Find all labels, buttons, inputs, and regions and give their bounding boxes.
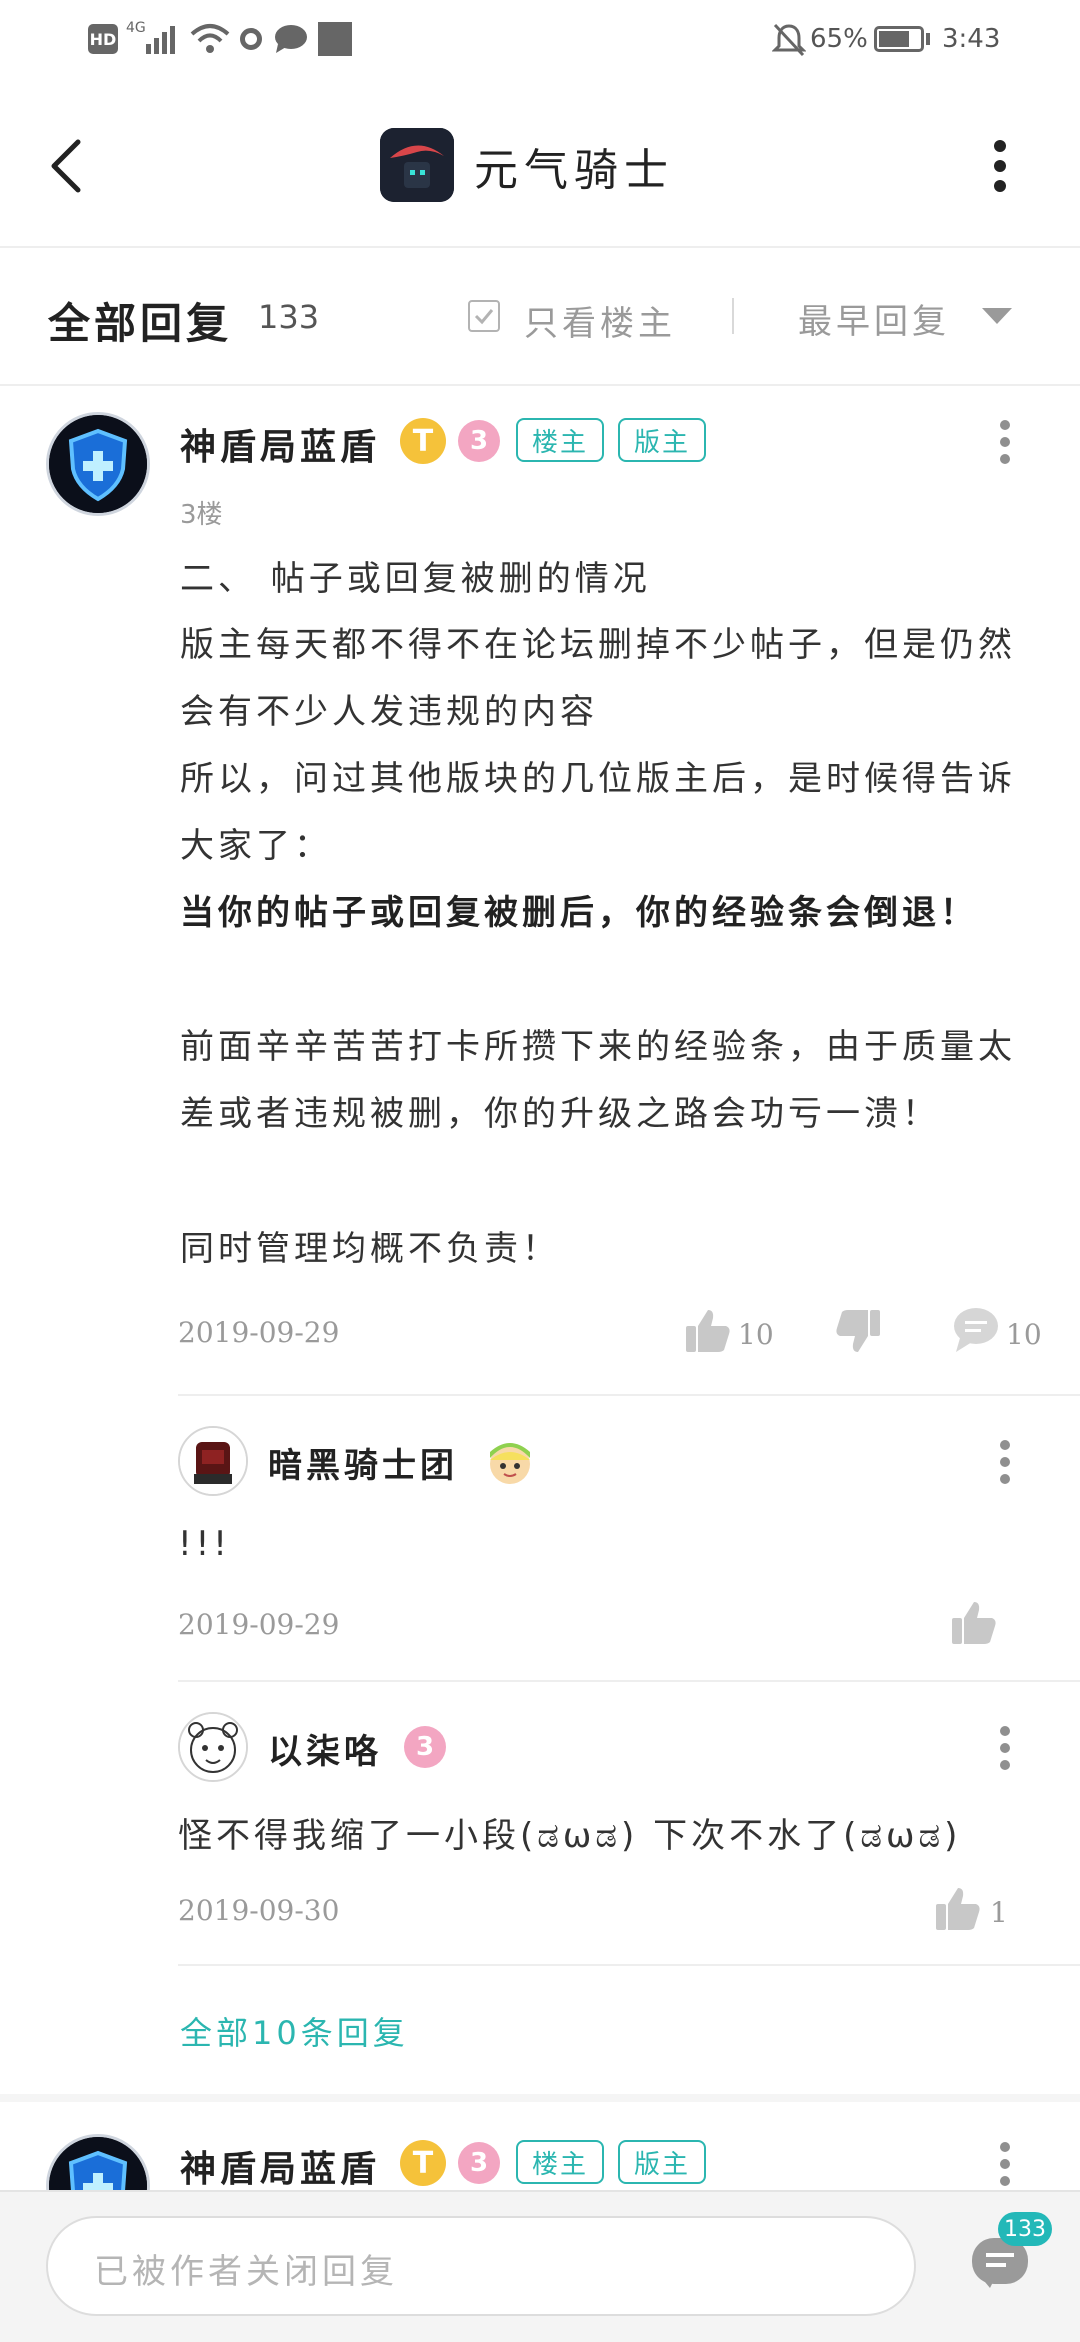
view-all-replies-link[interactable]: 全部10条回复 — [180, 2008, 409, 2054]
level-badge-icon: 3 — [458, 420, 500, 462]
reply-date: 2019-09-30 — [178, 1894, 340, 1927]
reply-count: 133 — [258, 298, 320, 336]
only-owner-checkbox[interactable] — [468, 300, 500, 332]
post-paragraph-bold: 当你的帖子或回复被删后，你的经验条会倒退！ — [180, 893, 978, 933]
reply-input-placeholder: 已被作者关闭回复 — [94, 2252, 398, 2292]
all-replies-title: 全部回复 — [48, 299, 233, 348]
like-icon[interactable] — [950, 1598, 998, 1646]
owner-tag: 楼主 — [516, 2140, 605, 2184]
page-title: 元气骑士 — [474, 145, 674, 196]
reply-username[interactable]: 以柒咯 — [268, 1724, 382, 1773]
dislike-icon[interactable] — [834, 1308, 882, 1356]
divider — [178, 1964, 1080, 1966]
comment-count: 10 — [1006, 1318, 1042, 1351]
signal-icon — [146, 26, 175, 54]
back-button[interactable] — [46, 138, 86, 194]
reply-text: !!! — [178, 1524, 231, 1564]
post-paragraph: 版主每天都不得不在论坛删掉不少帖子，但是仍然会有不少人发违规的内容 — [180, 625, 1016, 732]
moderator-tag: 版主 — [618, 2140, 707, 2184]
reply-avatar[interactable] — [178, 1426, 248, 1496]
network-type: 4G — [126, 20, 146, 36]
post-paragraph: 前面辛辛苦苦打卡所攒下来的经验条，由于质量太差或者违规被删，你的升级之路会功亏一… — [180, 1027, 1016, 1134]
mute-bell-icon — [772, 23, 806, 57]
elf-avatar-badge-icon — [490, 1443, 530, 1484]
record-icon — [240, 28, 262, 50]
comment-count-badge: 133 — [998, 2212, 1052, 2246]
divider — [732, 298, 734, 334]
only-owner-label[interactable]: 只看楼主 — [524, 296, 676, 345]
post-username[interactable]: 神盾局蓝盾 — [180, 418, 380, 470]
post-paragraph: 二、 帖子或回复被删的情况 — [180, 559, 651, 599]
divider — [178, 1680, 1080, 1682]
reply-more-icon[interactable] — [1000, 1440, 1010, 1491]
post-paragraph: 所以，问过其他版块的几位版主后，是时候得告诉大家了： — [180, 759, 1016, 866]
reply-username[interactable]: 暗黑骑士团 — [268, 1438, 458, 1487]
wifi-icon — [190, 24, 230, 53]
post-paragraph: 同时管理均概不负责！ — [180, 1229, 560, 1269]
status-bar: HD 4G 65% 3:43 — [0, 0, 1080, 80]
post-username[interactable]: 神盾局蓝盾 — [180, 2140, 380, 2192]
hd-icon: HD — [88, 24, 118, 54]
reply-text: 怪不得我缩了一小段(ಡωಡ) 下次不水了(ಡωಡ) — [178, 1816, 962, 1856]
app-notification-icon — [318, 22, 352, 56]
caret-down-icon[interactable] — [982, 308, 1012, 324]
sort-dropdown[interactable]: 最早回复 — [798, 294, 950, 343]
avatar[interactable] — [46, 412, 150, 516]
like-count: 10 — [738, 1318, 774, 1351]
level-badge-icon: 3 — [458, 2142, 500, 2184]
floor-number: 3楼 — [180, 500, 223, 530]
battery-icon — [874, 26, 924, 52]
reply-date: 2019-09-29 — [178, 1608, 340, 1641]
message-icon — [275, 25, 307, 53]
like-icon[interactable] — [934, 1884, 982, 1932]
vertical-dots-icon[interactable] — [994, 140, 1006, 199]
divider — [0, 384, 1080, 386]
divider — [178, 1394, 1080, 1396]
battery-percent: 65% — [810, 24, 868, 54]
like-icon[interactable] — [684, 1306, 732, 1354]
app-icon — [380, 128, 454, 202]
badge-t-icon: T — [400, 418, 446, 464]
like-count: 1 — [990, 1896, 1008, 1929]
moderator-tag: 版主 — [618, 418, 707, 462]
reply-avatar[interactable] — [178, 1712, 248, 1782]
comment-icon[interactable] — [952, 1306, 1002, 1354]
badge-t-icon: T — [400, 2140, 446, 2186]
post-separator — [0, 2094, 1080, 2102]
clock: 3:43 — [942, 24, 1001, 54]
owner-tag: 楼主 — [516, 418, 605, 462]
reply-more-icon[interactable] — [1000, 1726, 1010, 1777]
post-more-icon[interactable] — [1000, 420, 1010, 471]
level-badge-icon: 3 — [404, 1726, 446, 1768]
post-more-icon[interactable] — [1000, 2142, 1010, 2193]
post-date: 2019-09-29 — [178, 1316, 340, 1349]
